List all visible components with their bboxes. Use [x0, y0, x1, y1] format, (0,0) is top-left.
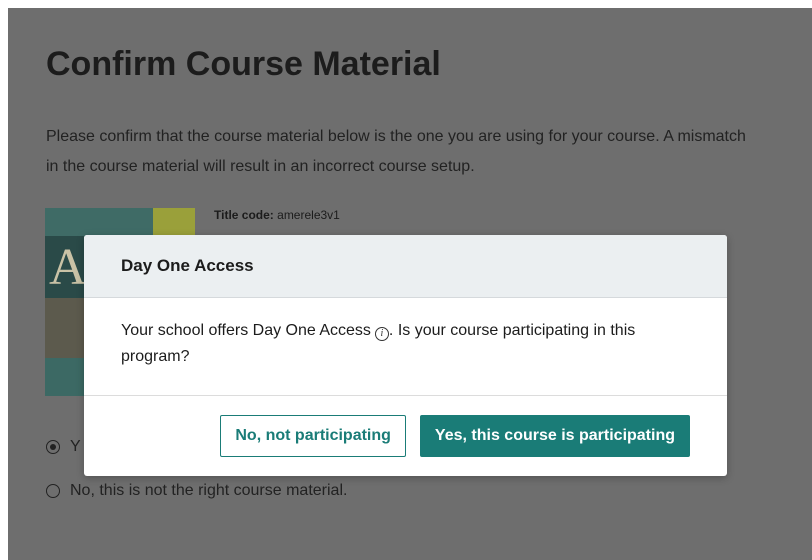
info-icon[interactable]: i	[374, 327, 389, 341]
cover-yellow-band	[153, 208, 195, 236]
modal-header: Day One Access	[84, 235, 727, 298]
radio-no-button[interactable]	[46, 484, 60, 498]
title-code: Title code: amerele3v1	[214, 208, 340, 222]
radio-yes-label: Y	[70, 438, 81, 455]
radio-yes-button[interactable]	[46, 440, 60, 454]
title-code-label: Title code:	[214, 208, 274, 222]
modal-title: Day One Access	[121, 256, 254, 275]
participating-button[interactable]: Yes, this course is participating	[419, 415, 690, 457]
modal-body-text-start: Your school offers Day One Access	[121, 322, 371, 339]
cover-letter: A	[49, 239, 87, 296]
page-title: Confirm Course Material	[46, 45, 441, 83]
radio-no-label: No, this is not the right course materia…	[70, 482, 348, 499]
radio-option-no[interactable]: No, this is not the right course materia…	[46, 482, 347, 500]
radio-option-yes[interactable]: Y	[46, 438, 81, 456]
modal-body: Your school offers Day One Access i. Is y…	[84, 298, 727, 396]
intro-text: Please confirm that the course material …	[46, 128, 746, 175]
day-one-access-modal: Day One Access Your school offers Day On…	[84, 235, 727, 476]
title-code-value: amerele3v1	[277, 208, 340, 222]
not-participating-button[interactable]: No, not participating	[220, 415, 406, 457]
modal-footer: No, not participating Yes, this course i…	[84, 396, 727, 476]
